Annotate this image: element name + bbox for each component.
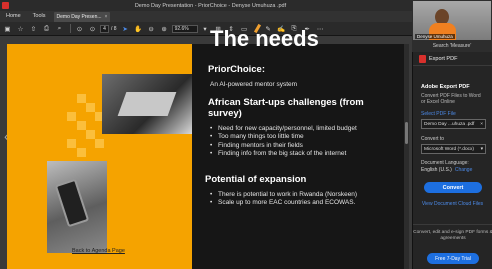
file-name: Demo Day ...uhuza .pdf xyxy=(424,121,475,127)
priorchoice-text: An AI-powered mentor system xyxy=(210,81,298,88)
vertical-scrollbar[interactable] xyxy=(404,44,409,269)
scrollbar-thumb[interactable] xyxy=(405,122,408,144)
chevron-down-icon[interactable]: ▾ xyxy=(200,23,211,34)
previous-page-icon[interactable]: ⊙ xyxy=(74,23,85,34)
hand-tool-icon[interactable]: ✋ xyxy=(133,23,144,34)
selected-file-field[interactable]: Demo Day ...uhuza .pdf × xyxy=(421,119,486,129)
expansion-heading: Potential of expansion xyxy=(205,174,307,185)
convert-to-label: Convert to xyxy=(421,136,445,142)
convert-format-value: Microsoft Word (*.docx) xyxy=(424,146,475,152)
bookmark-icon[interactable]: ☆ xyxy=(15,23,26,34)
pane-header[interactable]: Export PDF xyxy=(413,52,492,66)
search-icon[interactable]: ⌕ xyxy=(54,23,65,34)
phone-photo xyxy=(47,161,107,253)
adobe-export-title: Adobe Export PDF xyxy=(421,84,470,90)
next-page-icon[interactable]: ⊙ xyxy=(87,23,98,34)
language-label: Document Language: xyxy=(421,160,469,166)
pane-divider xyxy=(413,224,492,225)
laptop-photo xyxy=(102,74,192,134)
convert-format-select[interactable]: Microsoft Word (*.docx) ▾ xyxy=(421,144,486,154)
search-hint: Search 'Measure' xyxy=(432,43,472,49)
acrobat-icon xyxy=(2,2,9,9)
list-item: Need for new capacity/personnel, limited… xyxy=(210,125,357,134)
challenges-list: Need for new capacity/personnel, limited… xyxy=(210,125,357,159)
export-pdf-icon xyxy=(419,54,426,63)
upload-icon[interactable]: ⇧ xyxy=(28,23,39,34)
list-item: There is potential to work in Rwanda (No… xyxy=(210,191,357,200)
window-title: Demo Day Presentation - PriorChoice - De… xyxy=(134,2,287,9)
export-pdf-pane: Export PDF Adobe Export PDF Convert PDF … xyxy=(412,52,492,269)
select-cursor-icon[interactable]: ➤ xyxy=(120,23,131,34)
menu-home[interactable]: Home xyxy=(0,11,27,22)
promo-text: Convert, edit and e-sign PDF forms & agr… xyxy=(413,230,492,241)
priorchoice-heading: PriorChoice: xyxy=(208,64,266,75)
list-item: Finding info from the big stack of the i… xyxy=(210,150,357,159)
expansion-list: There is potential to work in Rwanda (No… xyxy=(210,191,357,208)
toolbar: ▣ ☆ ⇧ ⎙ ⌕ ⊙ ⊙ 4 / 8 ➤ ✋ ⊖ ⊕ 92.6% ▾ ⊞ ⇕ … xyxy=(0,22,412,36)
meeting-panel: Denyse Umuhuza Search 'Measure' xyxy=(412,0,492,52)
language-value: English (U.S.) xyxy=(421,167,452,173)
participant-video[interactable]: Denyse Umuhuza xyxy=(413,1,491,40)
zoom-level[interactable]: 92.6% xyxy=(171,24,198,33)
page-total: / 8 xyxy=(111,25,117,32)
back-to-agenda-link[interactable]: Back to Agenda Page xyxy=(72,248,125,254)
menu-tools[interactable]: Tools xyxy=(27,11,52,22)
challenges-heading: African Start-ups challenges (from surve… xyxy=(208,97,364,119)
cloud-files-link[interactable]: View Document Cloud Files xyxy=(421,201,484,207)
pane-description: Convert PDF Files to Word or Excel Onlin… xyxy=(421,93,481,105)
chevron-down-icon: ▾ xyxy=(480,146,483,152)
list-item: Finding mentors in their fields xyxy=(210,142,357,151)
close-tab-icon[interactable]: × xyxy=(105,12,108,22)
list-item: Scale up to more EAC countries and ECOWA… xyxy=(210,199,357,208)
convert-button[interactable]: Convert xyxy=(424,182,482,193)
pane-header-label: Export PDF xyxy=(429,55,458,62)
print-icon[interactable]: ⎙ xyxy=(41,23,52,34)
menu-bar: Home Tools Demo Day Presen... × xyxy=(0,11,412,22)
title-bar: Demo Day Presentation - PriorChoice - De… xyxy=(0,0,412,11)
zoom-out-icon[interactable]: ⊖ xyxy=(146,23,157,34)
free-trial-button[interactable]: Free 7-Day Trial xyxy=(427,253,479,264)
page-number-input[interactable]: 4 xyxy=(100,24,109,33)
zoom-in-icon[interactable]: ⊕ xyxy=(159,23,170,34)
document-tab[interactable]: Demo Day Presen... × xyxy=(53,11,111,22)
toolbar-divider xyxy=(70,24,71,33)
create-icon[interactable]: ▣ xyxy=(2,23,13,34)
remove-file-icon[interactable]: × xyxy=(480,122,483,127)
slide-title: The needs xyxy=(210,26,319,51)
select-pdf-file-link[interactable]: Select PDF File xyxy=(421,111,484,117)
document-tab-label: Demo Day Presen... xyxy=(56,13,102,20)
language-row: English (U.S.) Change xyxy=(421,167,484,173)
language-change-link[interactable]: Change xyxy=(455,167,473,173)
list-item: Too many things too little time xyxy=(210,133,357,142)
participant-name: Denyse Umuhuza xyxy=(415,34,455,39)
